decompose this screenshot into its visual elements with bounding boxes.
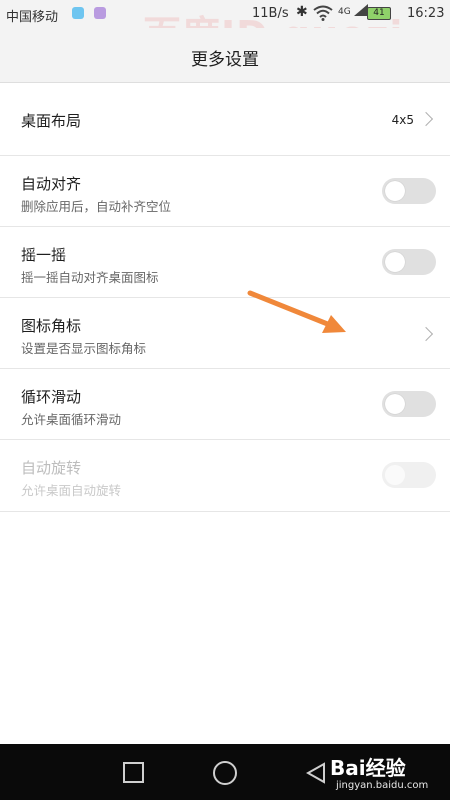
loop-scroll-toggle[interactable] [382, 391, 436, 417]
setting-subtitle: 允许桌面循环滑动 [21, 412, 122, 427]
page-title: 更多设置 [191, 50, 259, 70]
notification-app-icon [72, 7, 84, 19]
setting-title: 自动旋转 [21, 459, 82, 477]
toggle-knob [385, 394, 405, 414]
setting-title: 桌面布局 [21, 112, 82, 130]
setting-desktop-layout[interactable]: 桌面布局 4x5 [0, 83, 450, 156]
toggle-knob [385, 252, 405, 272]
setting-subtitle: 删除应用后，自动补齐空位 [21, 199, 172, 214]
setting-loop-scroll[interactable]: 循环滑动 允许桌面循环滑动 [0, 369, 450, 440]
auto-align-toggle[interactable] [382, 178, 436, 204]
recent-apps-icon[interactable] [123, 762, 144, 783]
setting-value: 4x5 [391, 113, 414, 127]
notification-gallery-icon [94, 7, 106, 19]
setting-title: 图标角标 [21, 317, 82, 335]
setting-auto-align[interactable]: 自动对齐 删除应用后，自动补齐空位 [0, 156, 450, 227]
chevron-right-icon [418, 111, 434, 127]
setting-subtitle: 摇一摇自动对齐桌面图标 [21, 270, 159, 285]
setting-title: 循环滑动 [21, 388, 82, 406]
annotation-arrow-icon [247, 290, 346, 333]
setting-shake[interactable]: 摇一摇 摇一摇自动对齐桌面图标 [0, 227, 450, 298]
baidu-jingyan-url: jingyan.baidu.com [336, 780, 429, 791]
carrier-name: 中国移动 [6, 10, 59, 25]
setting-subtitle: 设置是否显示图标角标 [21, 341, 147, 356]
title-bar: 更多设置 [0, 28, 450, 83]
setting-auto-rotate: 自动旋转 允许桌面自动旋转 [0, 440, 450, 512]
baidu-jingyan-logo: Bai经验 [330, 756, 406, 780]
setting-title: 摇一摇 [21, 246, 67, 264]
back-icon[interactable] [306, 762, 326, 784]
clock: 16:23 [407, 6, 445, 21]
home-icon[interactable] [213, 761, 237, 785]
toggle-knob [385, 465, 405, 485]
toggle-knob [385, 181, 405, 201]
setting-subtitle: 允许桌面自动旋转 [21, 483, 122, 498]
auto-rotate-toggle [382, 462, 436, 488]
shake-toggle[interactable] [382, 249, 436, 275]
setting-icon-badge[interactable]: 图标角标 设置是否显示图标角标 [0, 298, 450, 369]
setting-title: 自动对齐 [21, 175, 82, 193]
chevron-right-icon [418, 326, 434, 342]
